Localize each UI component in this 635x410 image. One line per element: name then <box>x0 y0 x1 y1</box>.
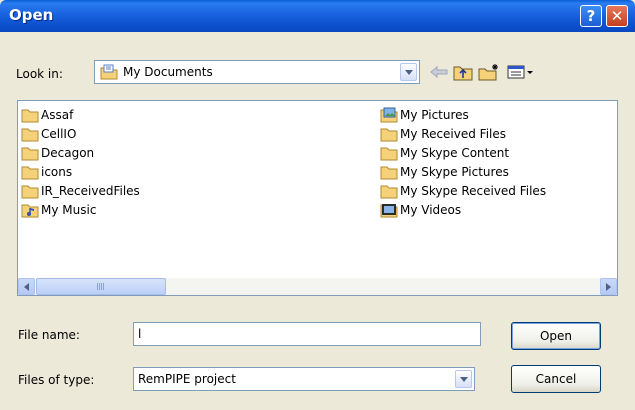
file-item[interactable]: My Pictures <box>380 106 469 124</box>
videos-folder-icon <box>380 202 398 218</box>
file-name-input[interactable]: l <box>133 322 481 346</box>
pictures-folder-icon <box>380 107 398 123</box>
look-in-dropdown[interactable]: My Documents <box>94 60 420 84</box>
back-arrow-icon[interactable] <box>428 62 450 82</box>
file-name-label: File name: <box>18 328 80 342</box>
look-in-value: My Documents <box>123 65 213 79</box>
look-in-dropdown-button[interactable] <box>400 63 417 81</box>
file-item[interactable]: My Skype Content <box>380 144 509 162</box>
file-item[interactable]: IR_ReceivedFiles <box>21 182 140 200</box>
my-documents-icon <box>100 64 118 83</box>
look-in-label: Look in: <box>16 67 63 81</box>
folder-icon <box>21 164 39 180</box>
music-folder-icon <box>21 202 39 218</box>
file-item[interactable]: My Received Files <box>380 125 506 143</box>
chevron-down-icon <box>404 69 413 75</box>
file-item-label: My Pictures <box>400 108 469 122</box>
folder-icon <box>21 183 39 199</box>
file-item[interactable]: CellIO <box>21 125 76 143</box>
scroll-right-button[interactable] <box>600 278 617 295</box>
dialog-title: Open <box>9 6 54 24</box>
scroll-left-button[interactable] <box>18 278 35 295</box>
folder-icon <box>380 145 398 161</box>
file-type-dropdown[interactable]: RemPIPE project <box>133 367 475 391</box>
file-item[interactable]: Decagon <box>21 144 94 162</box>
file-item[interactable]: Assaf <box>21 106 73 124</box>
folder-icon <box>21 145 39 161</box>
file-item[interactable]: My Skype Pictures <box>380 163 509 181</box>
file-item-label: My Received Files <box>400 127 507 141</box>
open-button[interactable]: Open <box>511 322 601 350</box>
folder-icon <box>380 183 398 199</box>
folder-icon <box>21 107 39 123</box>
file-item[interactable]: My Music <box>21 201 96 219</box>
file-item-label: My Skype Received Files <box>400 184 547 198</box>
close-icon: ✕ <box>610 7 624 25</box>
file-name-value: l <box>138 327 142 341</box>
horizontal-scrollbar[interactable] <box>18 278 617 295</box>
scrollbar-thumb[interactable] <box>36 278 166 295</box>
file-item-label: IR_ReceivedFiles <box>41 184 140 198</box>
folder-icon <box>380 126 398 142</box>
help-icon: ? <box>586 7 596 25</box>
chevron-left-icon <box>24 282 29 291</box>
file-type-value: RemPIPE project <box>138 372 236 386</box>
chevron-down-icon <box>459 376 468 382</box>
up-folder-icon[interactable] <box>452 62 474 82</box>
file-item-label: My Skype Content <box>400 146 510 160</box>
file-item[interactable]: icons <box>21 163 72 181</box>
file-item-label: My Videos <box>400 203 462 217</box>
help-button[interactable]: ? <box>580 5 602 27</box>
file-item-label: Decagon <box>41 146 95 160</box>
grip-icon <box>97 283 105 290</box>
cancel-button[interactable]: Cancel <box>511 365 601 393</box>
file-type-dropdown-button[interactable] <box>455 370 472 388</box>
view-menu-icon[interactable] <box>506 62 536 82</box>
file-list[interactable]: Assaf CellIO Decagon icons IR_ReceivedFiles M… <box>17 100 618 296</box>
close-button[interactable]: ✕ <box>606 5 628 27</box>
file-item[interactable]: My Videos <box>380 201 461 219</box>
new-folder-icon[interactable] <box>478 62 500 82</box>
file-item-label: icons <box>41 165 73 179</box>
file-type-label: Files of type: <box>18 373 95 387</box>
file-item-label: My Skype Pictures <box>400 165 509 179</box>
folder-icon <box>21 126 39 142</box>
file-item[interactable]: My Skype Received Files <box>380 182 546 200</box>
file-item-label: My Music <box>41 203 97 217</box>
folder-icon <box>380 164 398 180</box>
file-item-label: Assaf <box>41 108 74 122</box>
title-bar[interactable]: Open ? ✕ <box>0 0 635 32</box>
open-dialog: Open ? ✕ Look in: My Documents Assaf Cell… <box>0 0 635 410</box>
chevron-right-icon <box>606 282 611 291</box>
file-item-label: CellIO <box>41 127 77 141</box>
